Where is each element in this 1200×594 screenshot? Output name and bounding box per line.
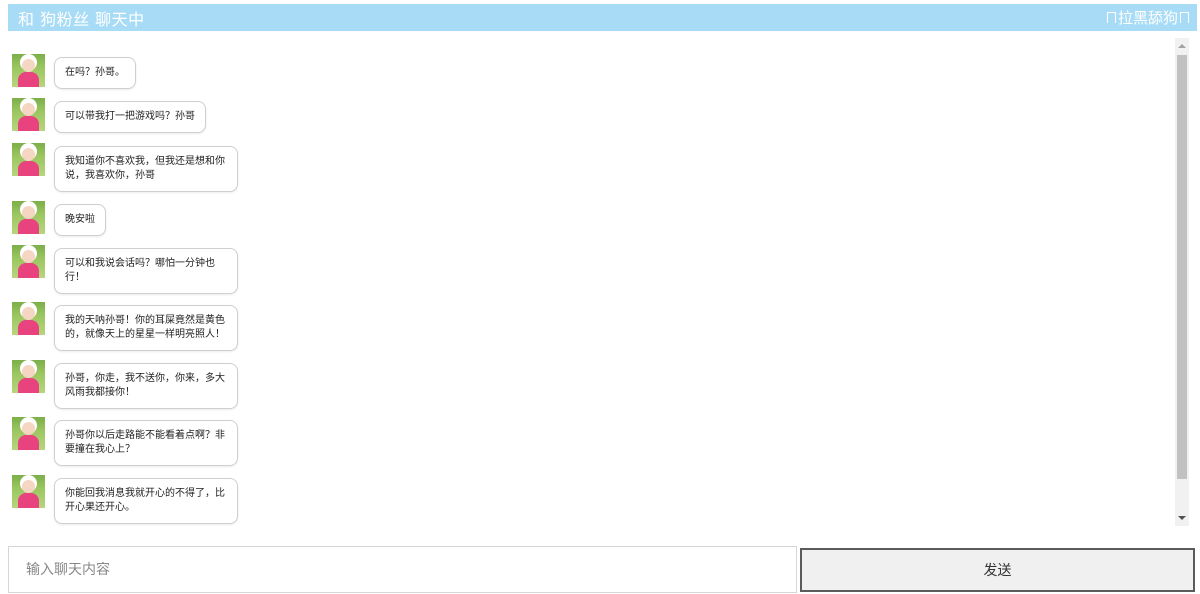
- message-list[interactable]: 在吗？孙哥。 可以带我打一把游戏吗？孙哥 我知道你不喜欢我，但我还是想和你说，我…: [8, 38, 1189, 526]
- message-item: 可以和我说会话吗？哪怕一分钟也行！: [12, 245, 238, 294]
- avatar: [12, 417, 45, 450]
- message-item: 孙哥你以后走路能不能看着点啊？非要撞在我心上？: [12, 417, 238, 466]
- message-item: 你能回我消息我就开心的不得了，比开心果还开心。: [12, 475, 238, 524]
- chat-title: 和 狗粉丝 聊天中: [18, 9, 145, 29]
- avatar: [12, 143, 45, 176]
- message-bubble: 你能回我消息我就开心的不得了，比开心果还开心。: [54, 478, 238, 524]
- avatar: [12, 201, 45, 234]
- avatar: [12, 54, 45, 87]
- message-bubble: 晚安啦: [54, 204, 106, 236]
- message-bubble: 可以和我说会话吗？哪怕一分钟也行！: [54, 248, 238, 294]
- message-bubble: 孙哥你以后走路能不能看着点啊？非要撞在我心上？: [54, 420, 238, 466]
- avatar: [12, 475, 45, 508]
- bracket-left-icon: [1106, 12, 1116, 23]
- message-list-scrollbar[interactable]: [1175, 38, 1189, 526]
- message-bubble: 孙哥，你走，我不送你，你来，多大风雨我都接你！: [54, 363, 238, 409]
- scroll-up-arrow-icon[interactable]: [1178, 44, 1186, 48]
- avatar: [12, 245, 45, 278]
- avatar: [12, 302, 45, 335]
- message-item: 可以带我打一把游戏吗？孙哥: [12, 98, 206, 133]
- scrollbar-thumb[interactable]: [1177, 55, 1187, 479]
- message-bubble: 在吗？孙哥。: [54, 57, 136, 89]
- send-button[interactable]: 发送: [800, 548, 1195, 592]
- scroll-down-arrow-icon[interactable]: [1178, 516, 1186, 520]
- avatar: [12, 360, 45, 393]
- message-item: 晚安啦: [12, 201, 106, 236]
- message-item: 孙哥，你走，我不送你，你来，多大风雨我都接你！: [12, 360, 238, 409]
- block-user-button[interactable]: 拉黑舔狗: [1106, 7, 1189, 28]
- avatar: [12, 98, 45, 131]
- message-item: 我知道你不喜欢我，但我还是想和你说，我喜欢你，孙哥: [12, 143, 238, 192]
- bracket-right-icon: [1180, 12, 1189, 23]
- chat-header: 和 狗粉丝 聊天中 拉黑舔狗: [8, 4, 1197, 31]
- chat-input[interactable]: [8, 546, 797, 593]
- message-bubble: 我知道你不喜欢我，但我还是想和你说，我喜欢你，孙哥: [54, 146, 238, 192]
- block-user-label: 拉黑舔狗: [1117, 9, 1178, 27]
- message-bubble: 可以带我打一把游戏吗？孙哥: [54, 101, 206, 133]
- message-item: 在吗？孙哥。: [12, 54, 136, 89]
- message-bubble: 我的天呐孙哥！你的耳屎竟然是黄色的，就像天上的星星一样明亮照人！: [54, 305, 238, 351]
- message-item: 我的天呐孙哥！你的耳屎竟然是黄色的，就像天上的星星一样明亮照人！: [12, 302, 238, 351]
